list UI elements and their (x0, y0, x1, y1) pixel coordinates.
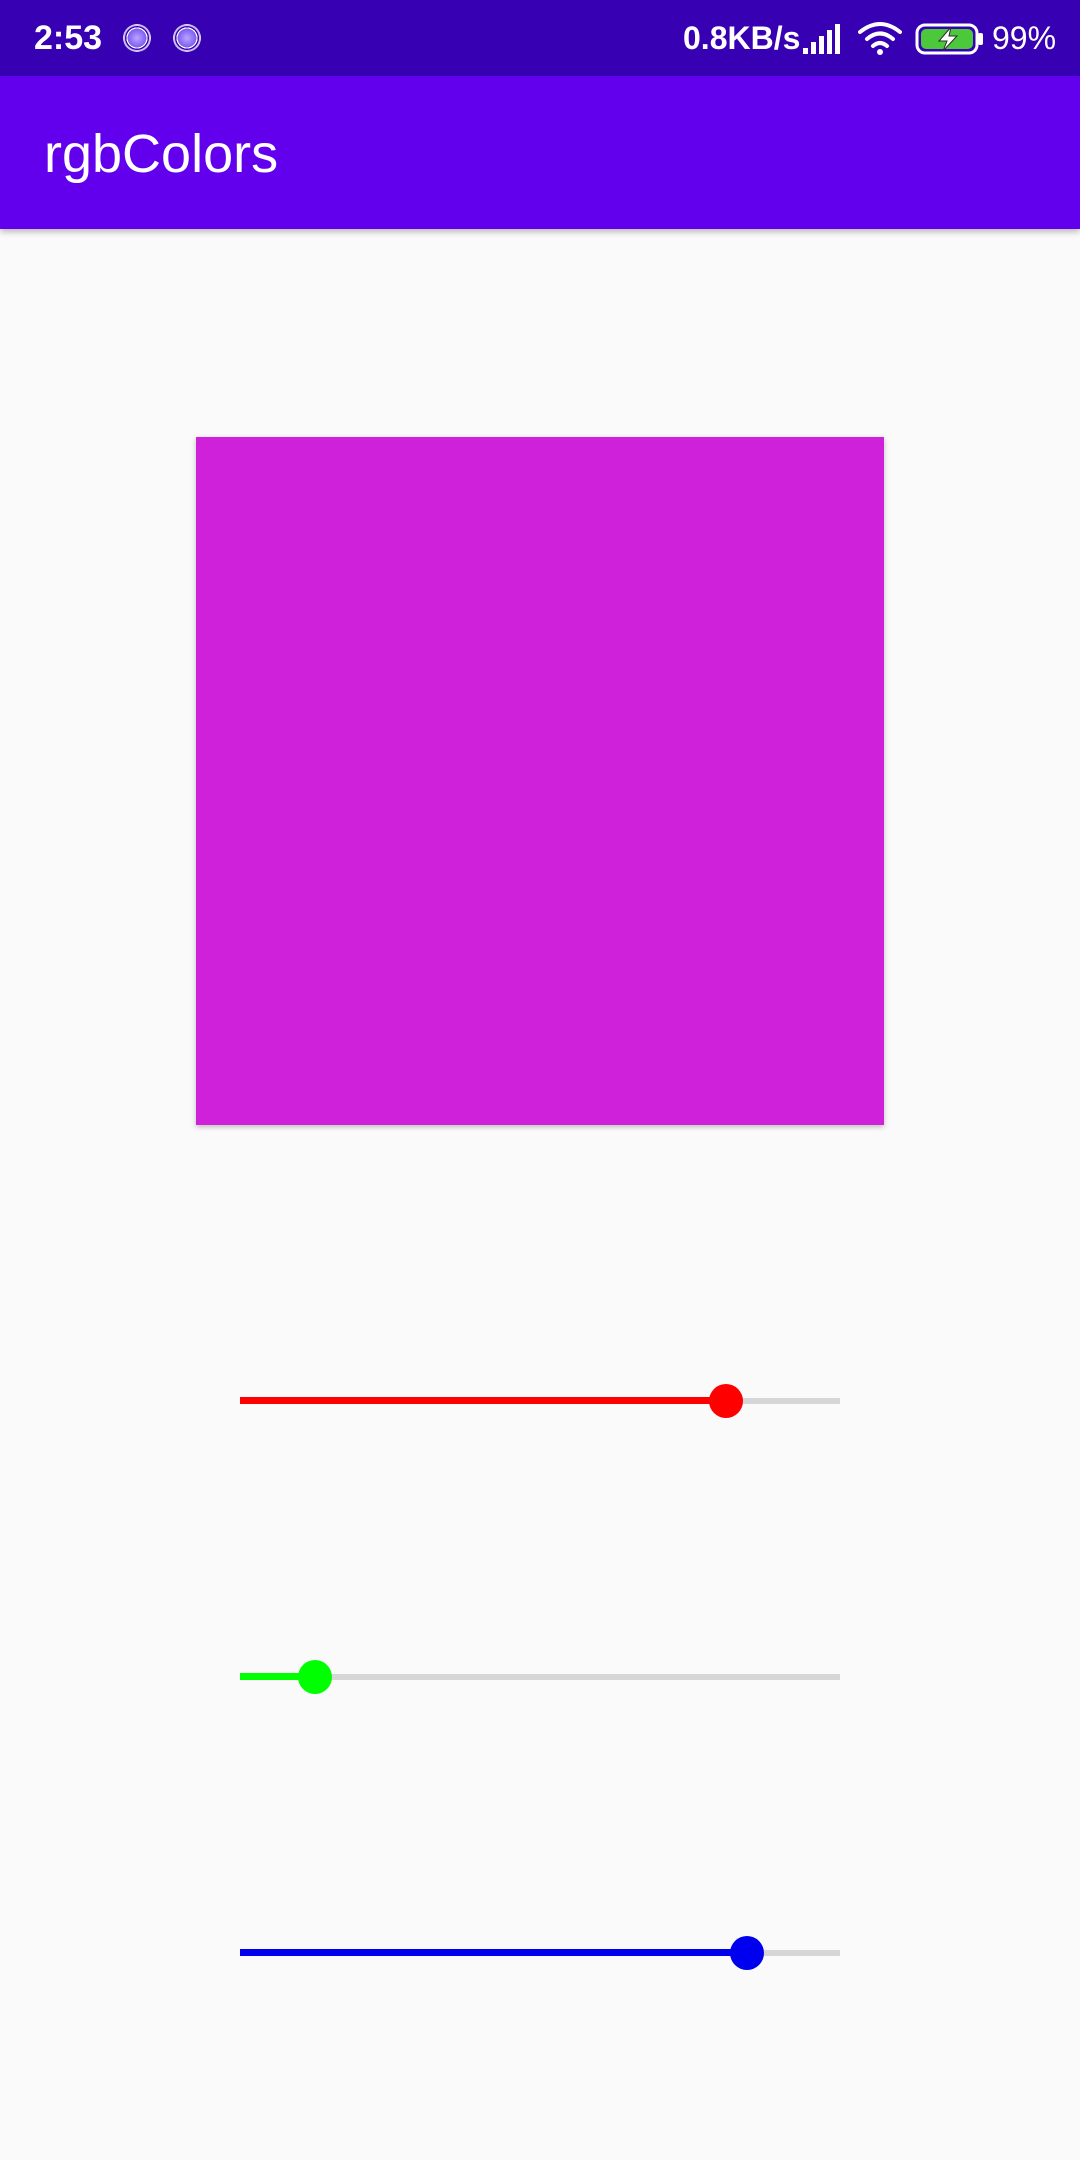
wifi-icon (858, 22, 902, 55)
red-slider[interactable] (240, 1371, 840, 1431)
slider-thumb[interactable] (730, 1936, 764, 1970)
app-title: rgbColors (44, 124, 279, 184)
status-time: 2:53 (34, 19, 103, 57)
slider-thumb[interactable] (709, 1384, 743, 1418)
slider-thumb[interactable] (298, 1660, 332, 1694)
color-preview (196, 437, 884, 1125)
app-bar: rgbColors (0, 76, 1080, 229)
signal-icon (803, 24, 840, 54)
notification-icon (173, 24, 201, 52)
slider-fill (240, 1949, 747, 1956)
blue-slider[interactable] (240, 1923, 840, 1983)
network-speed: 0.8KB/s (683, 20, 801, 56)
notification-icon (123, 24, 151, 52)
battery-percent: 99% (992, 20, 1057, 56)
green-slider[interactable] (240, 1647, 840, 1707)
slider-fill (240, 1397, 726, 1404)
battery-charging-icon (915, 23, 983, 55)
status-bar: 2:53 0.8KB/s 99% (0, 0, 1080, 76)
